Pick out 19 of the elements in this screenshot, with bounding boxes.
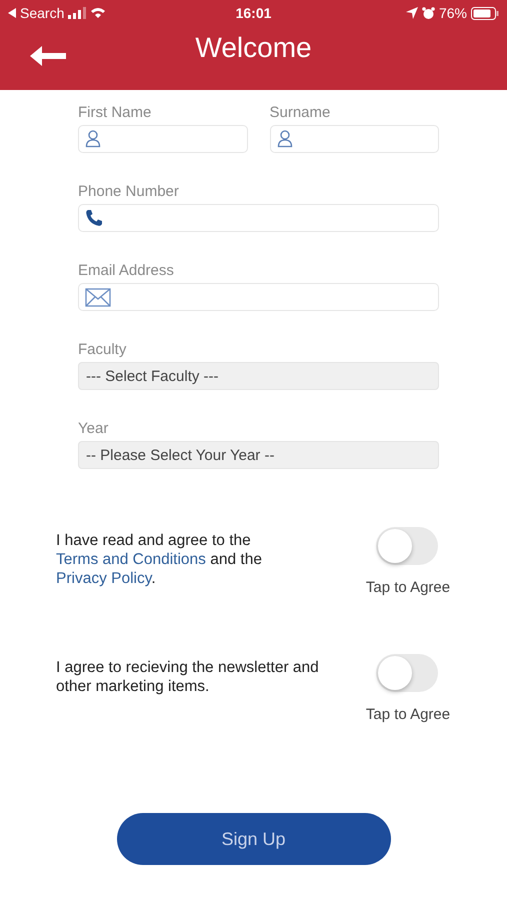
toggle-label: Tap to Agree: [366, 579, 450, 596]
field-label: Phone Number: [78, 183, 180, 200]
agreement-text: I have read and agree to the Terms and Conditions and the Privacy Policy.: [56, 531, 263, 588]
back-label[interactable]: Search: [20, 5, 64, 21]
policy-link[interactable]: Terms and Conditions: [56, 551, 206, 568]
policy-link[interactable]: Privacy Policy: [56, 570, 152, 587]
select-field[interactable]: -- Please Select Your Year --: [78, 441, 439, 469]
toggle-label: Tap to Agree: [366, 706, 450, 723]
field-label: Email Address: [78, 262, 175, 279]
field-label: Faculty: [78, 341, 128, 358]
battery-percent: 76%: [438, 5, 467, 21]
clock-time: 16:01: [236, 5, 272, 21]
field-label: Surname: [270, 104, 332, 121]
agreement-text: I agree to recieving the newsletter and other marketing items.: [56, 658, 320, 696]
field-label: Year: [78, 420, 110, 437]
field-label: First Name: [78, 104, 152, 121]
screen-title: Welcome: [195, 32, 312, 64]
select-field[interactable]: --- Select Faculty ---: [78, 362, 439, 390]
sign-up-button[interactable]: Sign Up: [116, 813, 390, 865]
